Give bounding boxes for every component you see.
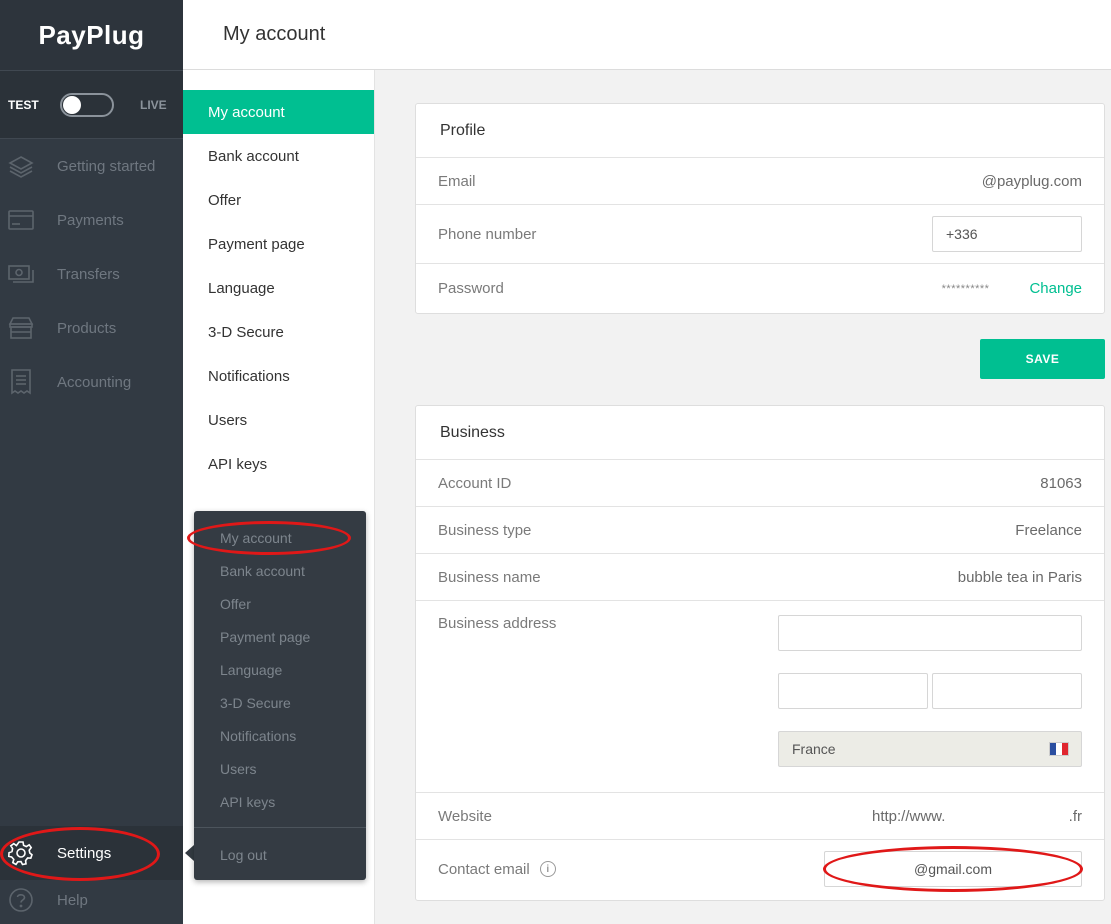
submenu-item-offer[interactable]: Offer bbox=[183, 178, 374, 222]
business-name-value: bubble tea in Paris bbox=[957, 568, 1082, 586]
address-city-row bbox=[778, 673, 1082, 709]
popover-item-api-keys[interactable]: API keys bbox=[194, 785, 366, 818]
sidebar-item-payments[interactable]: Payments bbox=[0, 193, 183, 247]
business-card: Business Account ID 81063 Business type … bbox=[415, 405, 1105, 901]
email-row: Email @payplug.com bbox=[416, 158, 1104, 205]
page-header: My account bbox=[183, 0, 1111, 70]
sidebar-item-transfers[interactable]: Transfers bbox=[0, 247, 183, 301]
money-icon bbox=[8, 262, 34, 286]
password-label: Password bbox=[438, 280, 504, 297]
change-password-link[interactable]: Change bbox=[1029, 280, 1082, 297]
popover-item-offer[interactable]: Offer bbox=[194, 587, 366, 620]
popover-item-notifications[interactable]: Notifications bbox=[194, 719, 366, 752]
annotation-ellipse-popover bbox=[187, 521, 351, 555]
submenu-item-users[interactable]: Users bbox=[183, 398, 374, 442]
phone-row: Phone number +336 bbox=[416, 205, 1104, 264]
business-type-label: Business type bbox=[438, 521, 532, 539]
popover-item-log-out[interactable]: Log out bbox=[194, 838, 366, 871]
submenu-item-payment-page[interactable]: Payment page bbox=[183, 222, 374, 266]
business-card-title: Business bbox=[416, 406, 1104, 460]
address-postcode-input[interactable] bbox=[778, 673, 928, 709]
website-prefix: http://www. bbox=[872, 807, 946, 825]
submenu-item-3d-secure[interactable]: 3-D Secure bbox=[183, 310, 374, 354]
sidebar-item-label: Getting started bbox=[57, 157, 156, 175]
test-mode-label: TEST bbox=[8, 97, 39, 112]
sidebar-item-label: Payments bbox=[57, 211, 124, 229]
business-type-value: Freelance bbox=[1015, 521, 1082, 539]
website-value: http://www. .fr bbox=[872, 808, 1082, 825]
submenu-item-language[interactable]: Language bbox=[183, 266, 374, 310]
business-name-row: Business name bubble tea in Paris bbox=[416, 554, 1104, 601]
popover-arrow bbox=[185, 845, 194, 861]
account-id-value: 81063 bbox=[1040, 474, 1082, 492]
password-controls: ********** Change bbox=[942, 280, 1082, 297]
business-address-label: Business address bbox=[438, 615, 557, 632]
live-mode-toggle[interactable] bbox=[60, 92, 114, 117]
business-address-row: Business address France bbox=[416, 601, 1104, 793]
popover-item-language[interactable]: Language bbox=[194, 653, 366, 686]
password-value: ********** bbox=[941, 282, 990, 295]
page-title: My account bbox=[223, 23, 326, 45]
business-type-row: Business type Freelance bbox=[416, 507, 1104, 554]
save-button[interactable]: SAVE bbox=[980, 339, 1105, 379]
submenu-item-notifications[interactable]: Notifications bbox=[183, 354, 374, 398]
address-city-input[interactable] bbox=[932, 673, 1082, 709]
france-flag-icon bbox=[1049, 742, 1069, 756]
email-value: @payplug.com bbox=[981, 172, 1082, 190]
contact-email-label: Contact email bbox=[438, 860, 530, 878]
settings-popover-menu: My account Bank account Offer Payment pa… bbox=[194, 511, 366, 880]
annotation-ellipse-settings bbox=[0, 827, 160, 881]
payplug-logo[interactable]: PayPlug bbox=[38, 20, 144, 51]
sidebar-item-getting-started[interactable]: Getting started bbox=[0, 139, 183, 193]
email-label: Email bbox=[438, 172, 476, 190]
submenu-item-bank-account[interactable]: Bank account bbox=[183, 134, 374, 178]
phone-number-input[interactable]: +336 bbox=[932, 216, 1082, 252]
popover-item-3d-secure[interactable]: 3-D Secure bbox=[194, 686, 366, 719]
profile-card-title: Profile bbox=[416, 104, 1104, 158]
address-street-input[interactable] bbox=[778, 615, 1082, 651]
popover-item-bank-account[interactable]: Bank account bbox=[194, 554, 366, 587]
password-row: Password ********** Change bbox=[416, 264, 1104, 313]
account-id-row: Account ID 81063 bbox=[416, 460, 1104, 507]
submenu-item-api-keys[interactable]: API keys bbox=[183, 442, 374, 486]
card-icon bbox=[8, 208, 34, 232]
popover-item-payment-page[interactable]: Payment page bbox=[194, 620, 366, 653]
sidebar: PayPlug TEST LIVE Getting started Paymen… bbox=[0, 0, 183, 924]
account-id-label: Account ID bbox=[438, 474, 512, 492]
phone-label: Phone number bbox=[438, 225, 537, 243]
website-label: Website bbox=[438, 807, 492, 825]
sidebar-item-label: Help bbox=[57, 891, 88, 909]
sidebar-item-accounting[interactable]: Accounting bbox=[0, 355, 183, 409]
sidebar-item-label: Products bbox=[57, 319, 117, 337]
sidebar-item-label: Transfers bbox=[57, 265, 120, 283]
country-select[interactable]: France bbox=[778, 731, 1082, 767]
contact-email-label-group: Contact email i bbox=[438, 861, 556, 878]
sidebar-item-label: Accounting bbox=[57, 373, 132, 391]
address-fields: France bbox=[778, 615, 1082, 767]
popover-item-users[interactable]: Users bbox=[194, 752, 366, 785]
website-row: Website http://www. .fr bbox=[416, 793, 1104, 840]
profile-card: Profile Email @payplug.com Phone number … bbox=[415, 103, 1105, 314]
sidebar-item-products[interactable]: Products bbox=[0, 301, 183, 355]
live-mode-label: LIVE bbox=[140, 97, 167, 112]
toggle-knob bbox=[63, 95, 81, 114]
logo-area: PayPlug bbox=[0, 0, 183, 70]
business-name-label: Business name bbox=[438, 568, 541, 586]
annotation-ellipse-contact-email bbox=[823, 846, 1083, 892]
mode-switch-row: TEST LIVE bbox=[0, 70, 183, 139]
help-icon bbox=[8, 887, 34, 913]
popover-divider bbox=[194, 827, 366, 828]
submenu-item-my-account[interactable]: My account bbox=[183, 90, 374, 134]
country-value: France bbox=[792, 741, 836, 757]
info-icon[interactable]: i bbox=[539, 861, 556, 877]
layers-icon bbox=[8, 154, 34, 178]
store-icon bbox=[8, 316, 34, 340]
receipt-icon bbox=[8, 369, 34, 395]
website-suffix: .fr bbox=[1068, 807, 1082, 825]
phone-number-value: +336 bbox=[946, 226, 978, 242]
sidebar-item-help[interactable]: Help bbox=[0, 880, 183, 920]
